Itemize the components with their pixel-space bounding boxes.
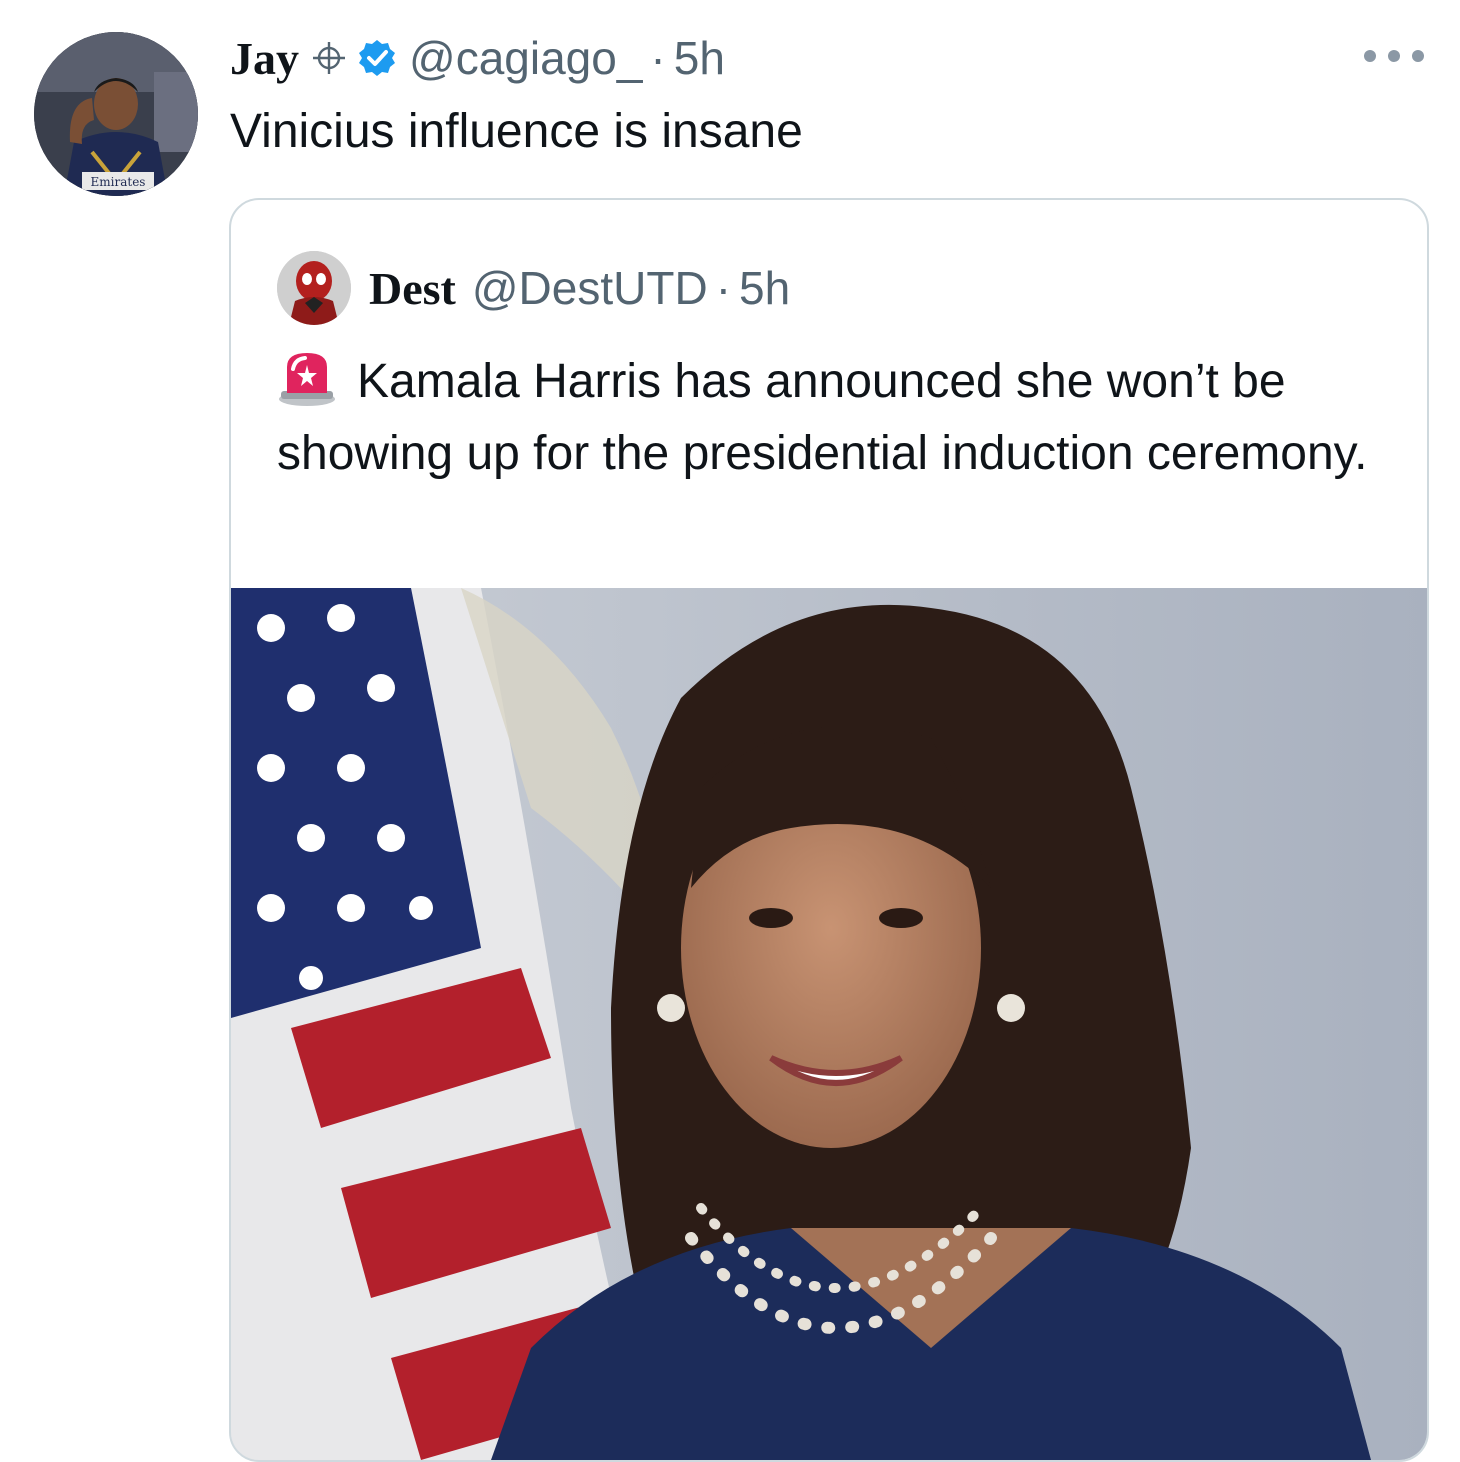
crosshair-icon [313, 42, 345, 74]
tweet-text: Vinicius influence is insane [230, 105, 803, 158]
quoted-tweet-header: Dest @DestUTD · 5h [277, 248, 790, 328]
quoted-tweet-card[interactable]: Dest @DestUTD · 5h Kamala Harris has ann… [229, 198, 1429, 1462]
author-handle[interactable]: @cagiago_ [409, 31, 642, 85]
separator-dot: · [650, 32, 666, 84]
more-dot [1388, 50, 1400, 62]
more-dot [1364, 50, 1376, 62]
verified-badge-icon[interactable] [357, 38, 397, 78]
avatar-caption: Emirates [91, 175, 146, 189]
author-avatar[interactable]: Emirates [34, 32, 198, 196]
quoted-tweet-timestamp[interactable]: 5h [739, 261, 790, 315]
quoted-author-name[interactable]: Dest [369, 262, 456, 315]
quoted-tweet-text: Kamala Harris has announced she won’t be… [277, 346, 1387, 490]
quoted-author-avatar[interactable] [277, 251, 351, 325]
rotating-light-icon [279, 353, 335, 406]
tweet-header: Jay @cagiago_ · 5h [230, 26, 725, 90]
quoted-tweet-photo[interactable] [231, 588, 1427, 1460]
quoted-avatar-image [277, 251, 351, 325]
tweet-timestamp[interactable]: 5h [674, 31, 725, 85]
more-dot [1412, 50, 1424, 62]
author-name[interactable]: Jay [230, 32, 299, 85]
avatar-image: Emirates [34, 32, 198, 196]
quoted-tweet-body: Kamala Harris has announced she won’t be… [277, 355, 1368, 480]
separator-dot: · [715, 262, 732, 314]
quoted-author-handle[interactable]: @DestUTD [472, 261, 708, 315]
more-options-icon[interactable] [1364, 44, 1424, 68]
